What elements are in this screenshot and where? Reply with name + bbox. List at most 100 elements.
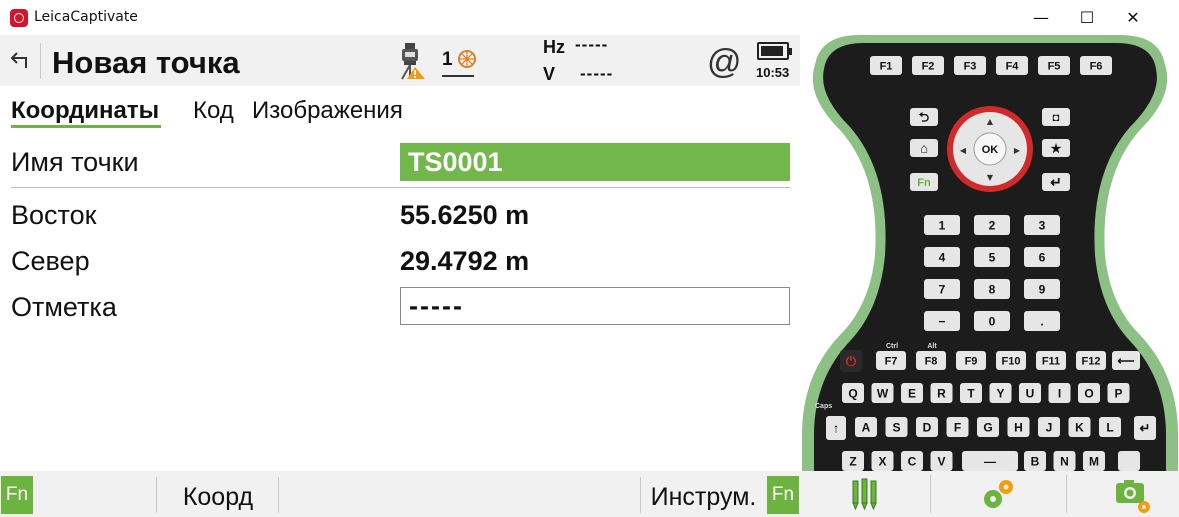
key-f11[interactable]: F11	[1036, 351, 1066, 370]
gears-icon[interactable]	[978, 475, 1018, 515]
key-num-5[interactable]: 6	[1024, 247, 1060, 267]
svg-text:↵: ↵	[1050, 174, 1062, 190]
key-x[interactable]: X	[871, 451, 894, 471]
svg-text:3: 3	[1039, 218, 1046, 232]
key-f4[interactable]: F4	[996, 56, 1028, 75]
tab-code[interactable]: Код	[193, 94, 234, 128]
key-blank[interactable]	[1118, 451, 1140, 471]
key-num-8[interactable]: 9	[1024, 279, 1060, 299]
camera-icon[interactable]	[1112, 475, 1152, 515]
svg-text:E: E	[908, 386, 916, 400]
back-arrow-icon[interactable]	[6, 48, 32, 74]
key-num-6[interactable]: 7	[924, 279, 960, 299]
key-r[interactable]: R	[930, 383, 953, 403]
nav-left-icon[interactable]: ◀	[960, 146, 967, 155]
minimize-button[interactable]: —	[1018, 0, 1064, 35]
modifier-label: Ctrl	[886, 343, 898, 350]
nav-down-icon[interactable]: ▼	[987, 173, 994, 182]
key-z[interactable]: Z	[842, 451, 864, 471]
svg-text:S: S	[892, 420, 900, 434]
key-home[interactable]: ⌂	[910, 139, 938, 157]
svg-text:.: .	[1040, 314, 1043, 328]
key-backspace[interactable]: ⟵	[1112, 351, 1140, 370]
key-f8[interactable]: F8	[916, 351, 946, 370]
key-num-7[interactable]: 8	[974, 279, 1010, 299]
key-num-1[interactable]: 2	[974, 215, 1010, 235]
key-e[interactable]: E	[901, 383, 923, 403]
key-shift[interactable]: ↑	[826, 416, 846, 440]
key-f5[interactable]: F5	[1038, 56, 1070, 75]
key-f2[interactable]: F2	[912, 56, 944, 75]
key-q[interactable]: Q	[842, 383, 864, 403]
key-f[interactable]: F	[946, 417, 969, 437]
key-u[interactable]: U	[1019, 383, 1041, 403]
key-f12[interactable]: F12	[1076, 351, 1106, 370]
nav-up-icon[interactable]: ▲	[987, 117, 994, 126]
key-h[interactable]: H	[1007, 417, 1030, 437]
key-f10[interactable]: F10	[996, 351, 1026, 370]
key-num-10[interactable]: 0	[974, 311, 1010, 331]
key-power[interactable]: ⏻	[840, 350, 862, 372]
elevation-input[interactable]: -----	[400, 287, 790, 325]
key-f3[interactable]: F3	[954, 56, 986, 75]
key-fn[interactable]: Fn	[910, 173, 938, 191]
svg-text:H: H	[1014, 420, 1023, 434]
key-a[interactable]: A	[855, 417, 877, 437]
key-i[interactable]: I	[1048, 383, 1071, 403]
hz-label: Hz	[543, 37, 565, 57]
svg-text:4: 4	[939, 250, 946, 264]
key-back[interactable]: ⮌	[910, 108, 938, 126]
coord-softkey[interactable]: Коорд	[158, 471, 278, 517]
tab-coordinates[interactable]: Координаты	[11, 94, 162, 128]
key-num-2[interactable]: 3	[1024, 215, 1060, 235]
connection-icon[interactable]: @	[707, 43, 742, 82]
key-y[interactable]: Y	[989, 383, 1012, 403]
svg-text:★: ★	[1051, 141, 1062, 155]
tools-softkey[interactable]: Инструм.	[640, 471, 767, 517]
key-c[interactable]: C	[901, 451, 923, 471]
key-w[interactable]: W	[871, 383, 894, 403]
key-f9[interactable]: F9	[956, 351, 986, 370]
fn-softkey-right[interactable]: Fn	[767, 476, 799, 514]
key-p[interactable]: P	[1107, 383, 1130, 403]
key-return[interactable]: ↵	[1134, 416, 1156, 440]
close-button[interactable]: ✕	[1110, 0, 1156, 35]
total-station-warning-icon[interactable]	[396, 41, 426, 81]
key-num-9[interactable]: −	[924, 311, 960, 331]
key-num-3[interactable]: 4	[924, 247, 960, 267]
key-camera[interactable]: ◘	[1042, 108, 1070, 126]
svg-text:L: L	[1106, 420, 1113, 434]
key-v[interactable]: V	[930, 451, 953, 471]
key-num-0[interactable]: 1	[924, 215, 960, 235]
prism-target-icon[interactable]	[456, 48, 478, 70]
key-m[interactable]: M	[1083, 451, 1105, 471]
key-b[interactable]: B	[1024, 451, 1046, 471]
key-enter[interactable]: ↵	[1042, 173, 1070, 191]
key-f7[interactable]: F7	[876, 351, 906, 370]
key-j[interactable]: J	[1038, 417, 1060, 437]
key-l[interactable]: L	[1099, 417, 1121, 437]
key-num-4[interactable]: 5	[974, 247, 1010, 267]
key-favourite[interactable]: ★	[1042, 139, 1070, 157]
key-f6[interactable]: F6	[1080, 56, 1112, 75]
target-number: 1	[442, 49, 453, 70]
tab-images[interactable]: Изображения	[252, 94, 403, 128]
key-g[interactable]: G	[977, 417, 999, 437]
key-o[interactable]: O	[1078, 383, 1100, 403]
key-s[interactable]: S	[885, 417, 908, 437]
key-num-11[interactable]: .	[1024, 311, 1060, 331]
nav-right-icon[interactable]: ▶	[1014, 146, 1021, 155]
maximize-button[interactable]: ☐	[1064, 0, 1110, 35]
svg-text:F4: F4	[1006, 60, 1020, 72]
key-t[interactable]: T	[960, 383, 982, 403]
svg-text:F: F	[954, 420, 961, 434]
survey-pens-icon[interactable]	[845, 475, 885, 515]
point-name-input[interactable]: TS0001	[400, 143, 790, 181]
fn-softkey[interactable]: Fn	[1, 476, 33, 514]
key-n[interactable]: N	[1053, 451, 1076, 471]
key-k[interactable]: K	[1068, 417, 1091, 437]
ok-label[interactable]: OK	[982, 144, 999, 156]
key-space[interactable]: ―	[962, 451, 1018, 471]
key-d[interactable]: D	[916, 417, 938, 437]
key-f1[interactable]: F1	[870, 56, 902, 75]
